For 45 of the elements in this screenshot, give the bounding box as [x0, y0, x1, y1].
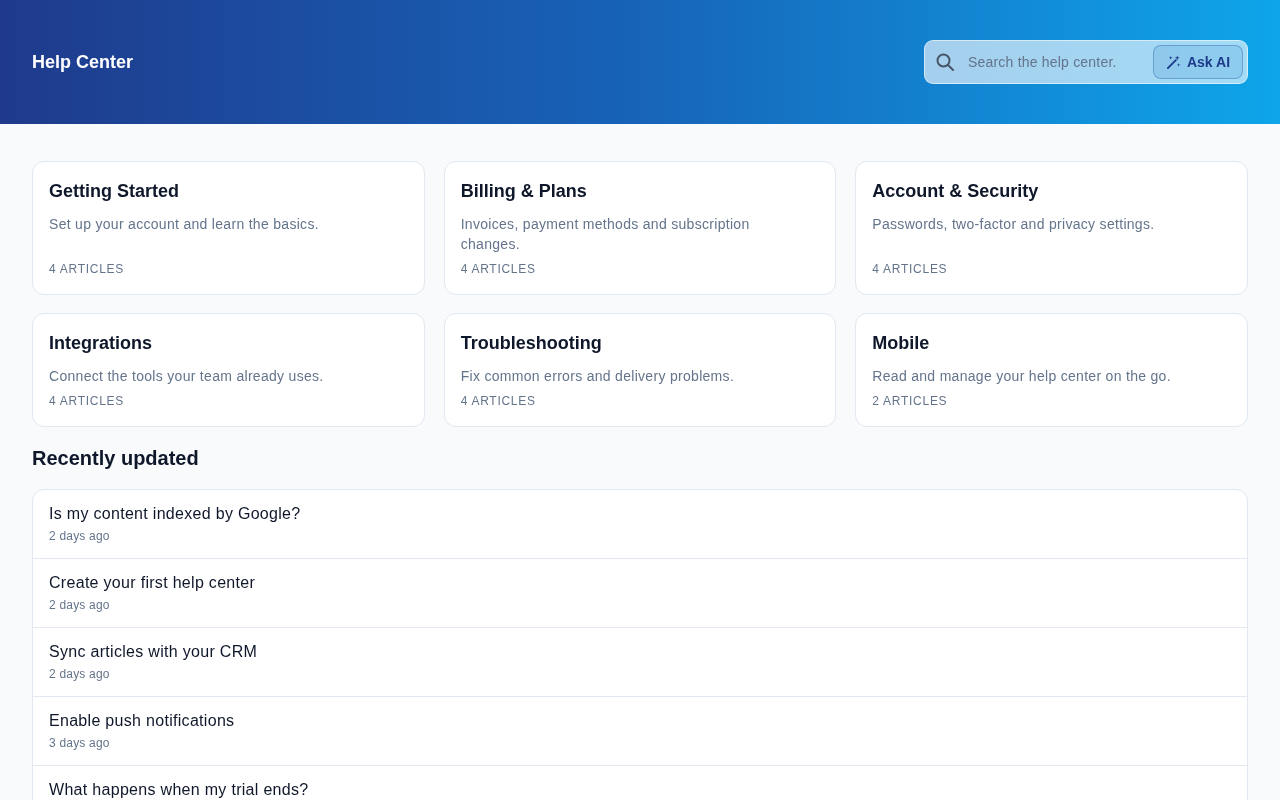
category-description: Connect the tools your team already uses.	[49, 367, 324, 386]
article-title: What happens when my trial ends?	[49, 780, 309, 800]
category-title: Integrations	[49, 332, 152, 355]
article-count: 4 ARTICLES	[872, 261, 948, 277]
updated-time: 2 days ago	[49, 528, 110, 544]
article-title: Is my content indexed by Google?	[49, 504, 301, 524]
article-row[interactable]: Create your first help center 2 days ago	[33, 559, 1247, 628]
article-count: 4 ARTICLES	[460, 261, 536, 277]
category-title: Troubleshooting	[460, 332, 602, 355]
article-row[interactable]: Sync articles with your CRM 2 days ago	[33, 628, 1247, 697]
category-title: Account & Security	[872, 180, 1039, 203]
search-field[interactable]: Search the help center.	[968, 50, 1153, 74]
article-title: Sync articles with your CRM	[49, 642, 258, 662]
category-card[interactable]: Account & Security Passwords, two-factor and privacy settings. 4 ARTICLES	[855, 161, 1248, 295]
section-heading: Recently updated	[32, 446, 200, 471]
updated-time: 2 days ago	[49, 666, 110, 682]
category-card[interactable]: Mobile Read and manage your help center on the go. 2 ARTICLES	[855, 313, 1248, 427]
category-title: Mobile	[872, 332, 930, 355]
updated-time: 2 days ago	[49, 597, 110, 613]
category-description: Fix common errors and delivery problems.	[460, 367, 735, 386]
article-row[interactable]: Is my content indexed by Google? 2 days ago	[33, 490, 1247, 559]
page-title: Help Center	[32, 51, 134, 73]
ask-ai-button[interactable]: Ask AI	[1153, 45, 1243, 79]
article-row[interactable]: What happens when my trial ends?	[33, 766, 1247, 800]
category-title: Getting Started	[49, 180, 179, 203]
category-description: Set up your account and learn the basics.	[49, 215, 319, 234]
search-icon	[936, 53, 954, 71]
updated-time: 3 days ago	[49, 735, 110, 751]
category-card[interactable]: Getting Started Set up your account and learn the basics. 4 ARTICLES	[32, 161, 425, 295]
category-card[interactable]: Troubleshooting Fix common errors and delivery problems. 4 ARTICLES	[443, 313, 837, 427]
category-description: Passwords, two-factor and privacy settings.	[872, 215, 1155, 234]
article-count: 4 ARTICLES	[460, 393, 536, 409]
category-card[interactable]: Billing & Plans Invoices, payment methods and subscription changes. 4 ARTICLES	[443, 161, 837, 295]
magic-wand-icon	[1165, 54, 1181, 70]
search-box[interactable]: Search the help center. Ask AI	[924, 40, 1248, 84]
category-title: Billing & Plans	[460, 180, 587, 203]
article-count: 4 ARTICLES	[49, 261, 124, 277]
category-description: Read and manage your help center on the go.	[872, 367, 1171, 386]
category-description: Invoices, payment methods and subscription changes.	[460, 215, 751, 254]
article-title: Create your first help center	[49, 573, 256, 593]
article-count: 2 ARTICLES	[872, 393, 948, 409]
category-card[interactable]: Integrations Connect the tools your team already uses. 4 ARTICLES	[32, 313, 425, 427]
article-row[interactable]: Enable push notifications 3 days ago	[33, 697, 1247, 766]
article-title: Enable push notifications	[49, 711, 235, 731]
article-count: 4 ARTICLES	[49, 393, 124, 409]
